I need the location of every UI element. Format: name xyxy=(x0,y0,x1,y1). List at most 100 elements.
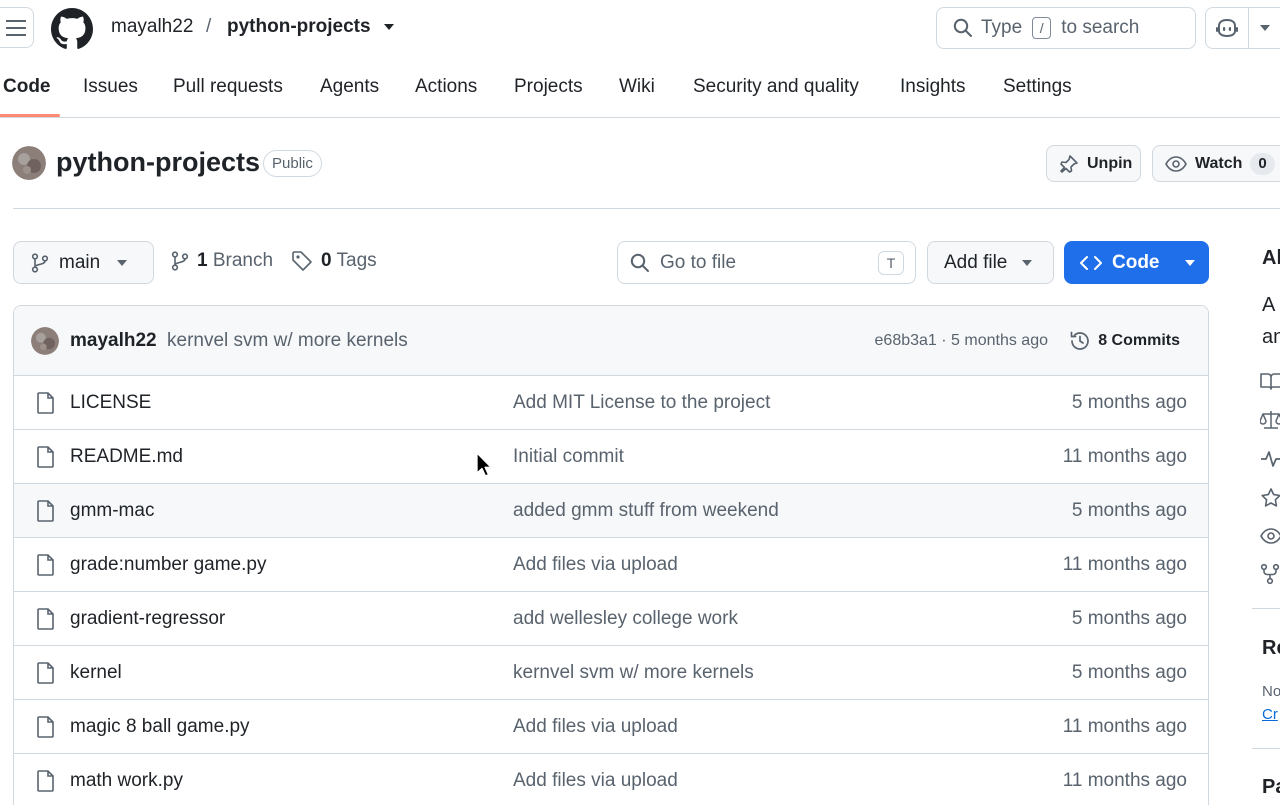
tab-actions[interactable]: Actions xyxy=(415,76,477,98)
go-to-file-input[interactable]: Go to file T xyxy=(617,241,916,284)
visibility-badge: Public xyxy=(263,150,322,177)
file-name[interactable]: README.md xyxy=(70,446,183,468)
watch-label: Watch xyxy=(1195,154,1243,172)
file-commit-date: 11 months ago xyxy=(1062,770,1187,791)
file-commit-message[interactable]: Add files via upload xyxy=(513,770,678,792)
commit-author-avatar[interactable] xyxy=(31,327,59,355)
commit-author[interactable]: mayalh22 xyxy=(70,330,157,352)
create-release-link[interactable]: Cr xyxy=(1262,706,1278,723)
unpin-label: Unpin xyxy=(1087,154,1133,172)
pulse-icon xyxy=(1261,451,1280,467)
history-icon xyxy=(1070,331,1090,350)
tab-agents[interactable]: Agents xyxy=(320,76,379,98)
branches-link[interactable]: 1 Branch xyxy=(171,250,273,272)
tab-settings[interactable]: Settings xyxy=(1003,76,1072,98)
file-name[interactable]: magic 8 ball game.py xyxy=(70,716,250,738)
branch-icon xyxy=(31,252,49,273)
file-commit-message[interactable]: add wellesley college work xyxy=(513,608,738,630)
tags-count: 0 xyxy=(321,250,332,271)
file-icon xyxy=(37,500,54,522)
tab-insights[interactable]: Insights xyxy=(900,76,965,98)
table-row[interactable]: kernel kernvel svm w/ more kernels 5 mon… xyxy=(14,646,1208,700)
go-to-file-shortcut: T xyxy=(878,251,904,275)
file-commit-message[interactable]: added gmm stuff from weekend xyxy=(513,500,779,522)
breadcrumb-separator: / xyxy=(206,16,212,37)
law-icon xyxy=(1260,411,1280,429)
sidebar-divider xyxy=(1252,748,1280,749)
fork-icon xyxy=(1260,563,1280,585)
tab-pull-requests[interactable]: Pull requests xyxy=(173,76,283,98)
table-row[interactable]: LICENSE Add MIT License to the project 5… xyxy=(14,376,1208,430)
file-commit-message[interactable]: Add files via upload xyxy=(513,716,678,738)
book-icon xyxy=(1260,373,1280,390)
chevron-down-icon xyxy=(117,259,128,266)
pin-icon xyxy=(1060,154,1078,173)
about-description-line2: an xyxy=(1262,326,1280,348)
releases-heading: Re xyxy=(1262,637,1280,659)
table-row[interactable]: grade:number game.py Add files via uploa… xyxy=(14,538,1208,592)
repo-title[interactable]: python-projects xyxy=(56,147,260,178)
tab-issues[interactable]: Issues xyxy=(83,76,138,98)
file-name[interactable]: gradient-regressor xyxy=(70,608,225,630)
tab-wiki[interactable]: Wiki xyxy=(619,76,655,98)
table-row[interactable]: README.md Initial commit 11 months ago xyxy=(14,430,1208,484)
search-icon xyxy=(630,253,649,272)
table-row[interactable]: magic 8 ball game.py Add files via uploa… xyxy=(14,700,1208,754)
file-commit-message[interactable]: Add MIT License to the project xyxy=(513,392,770,414)
unpin-button[interactable]: Unpin xyxy=(1046,145,1141,182)
tab-projects[interactable]: Projects xyxy=(514,76,583,98)
file-name[interactable]: gmm-mac xyxy=(70,500,154,522)
file-name[interactable]: kernel xyxy=(70,662,122,684)
file-icon xyxy=(37,716,54,738)
watch-button[interactable]: Watch 0 xyxy=(1152,145,1280,182)
copilot-icon xyxy=(1216,18,1238,38)
search-prefix: Type xyxy=(981,17,1023,38)
github-logo-icon[interactable] xyxy=(51,8,93,50)
tab-security-and-quality[interactable]: Security and quality xyxy=(693,76,859,98)
file-commit-date: 11 months ago xyxy=(1062,554,1187,575)
global-search-input[interactable]: Type / to search xyxy=(936,7,1196,49)
repo-nav: Code Issues Pull requests Agents Actions… xyxy=(0,66,1280,118)
table-row[interactable]: math work.py Add files via upload 11 mon… xyxy=(14,754,1208,805)
branch-selector[interactable]: main xyxy=(13,241,154,284)
section-divider xyxy=(13,208,1280,209)
search-shortcut-key: / xyxy=(1032,17,1052,39)
tags-link[interactable]: 0 Tags xyxy=(291,250,377,272)
breadcrumb-owner[interactable]: mayalh22 xyxy=(111,16,193,38)
search-icon xyxy=(953,18,972,37)
file-icon xyxy=(37,554,54,576)
commits-history-link[interactable]: 8 Commits xyxy=(1069,330,1180,352)
table-row[interactable]: gradient-regressor add wellesley college… xyxy=(14,592,1208,646)
file-icon xyxy=(37,608,54,630)
breadcrumb-repo[interactable]: python-projects xyxy=(227,16,371,38)
file-commit-message[interactable]: Initial commit xyxy=(513,446,624,468)
hamburger-icon xyxy=(6,19,26,36)
commits-count: 8 Commits xyxy=(1098,332,1180,349)
file-name[interactable]: grade:number game.py xyxy=(70,554,266,576)
copilot-button[interactable] xyxy=(1205,7,1280,49)
repo-switcher-caret-icon[interactable] xyxy=(382,22,396,32)
menu-button[interactable] xyxy=(0,7,34,48)
file-commit-message[interactable]: kernvel svm w/ more kernels xyxy=(513,662,754,684)
about-description-line1: A xyxy=(1262,294,1276,316)
star-icon xyxy=(1261,488,1280,507)
file-name[interactable]: LICENSE xyxy=(70,392,151,414)
code-button[interactable]: Code xyxy=(1064,241,1209,284)
add-file-button[interactable]: Add file xyxy=(927,241,1054,284)
commit-hash-time[interactable]: e68b3a1 · 5 months ago xyxy=(875,332,1048,350)
commit-message[interactable]: kernvel svm w/ more kernels xyxy=(167,330,408,352)
file-name[interactable]: math work.py xyxy=(70,770,183,792)
active-tab-indicator xyxy=(0,114,60,117)
branches-count: 1 xyxy=(197,250,208,271)
latest-commit-bar: mayalh22 kernvel svm w/ more kernels e68… xyxy=(14,306,1208,376)
go-to-file-placeholder: Go to file xyxy=(660,251,737,273)
file-commit-message[interactable]: Add files via upload xyxy=(513,554,678,576)
branch-icon xyxy=(171,251,189,271)
watch-count: 0 xyxy=(1250,152,1275,175)
tab-code[interactable]: Code xyxy=(3,76,51,98)
chevron-down-icon xyxy=(1022,259,1033,266)
file-icon xyxy=(37,770,54,792)
owner-avatar[interactable] xyxy=(12,146,46,180)
tag-icon xyxy=(292,251,312,271)
table-row[interactable]: gmm-mac added gmm stuff from weekend 5 m… xyxy=(14,484,1208,538)
